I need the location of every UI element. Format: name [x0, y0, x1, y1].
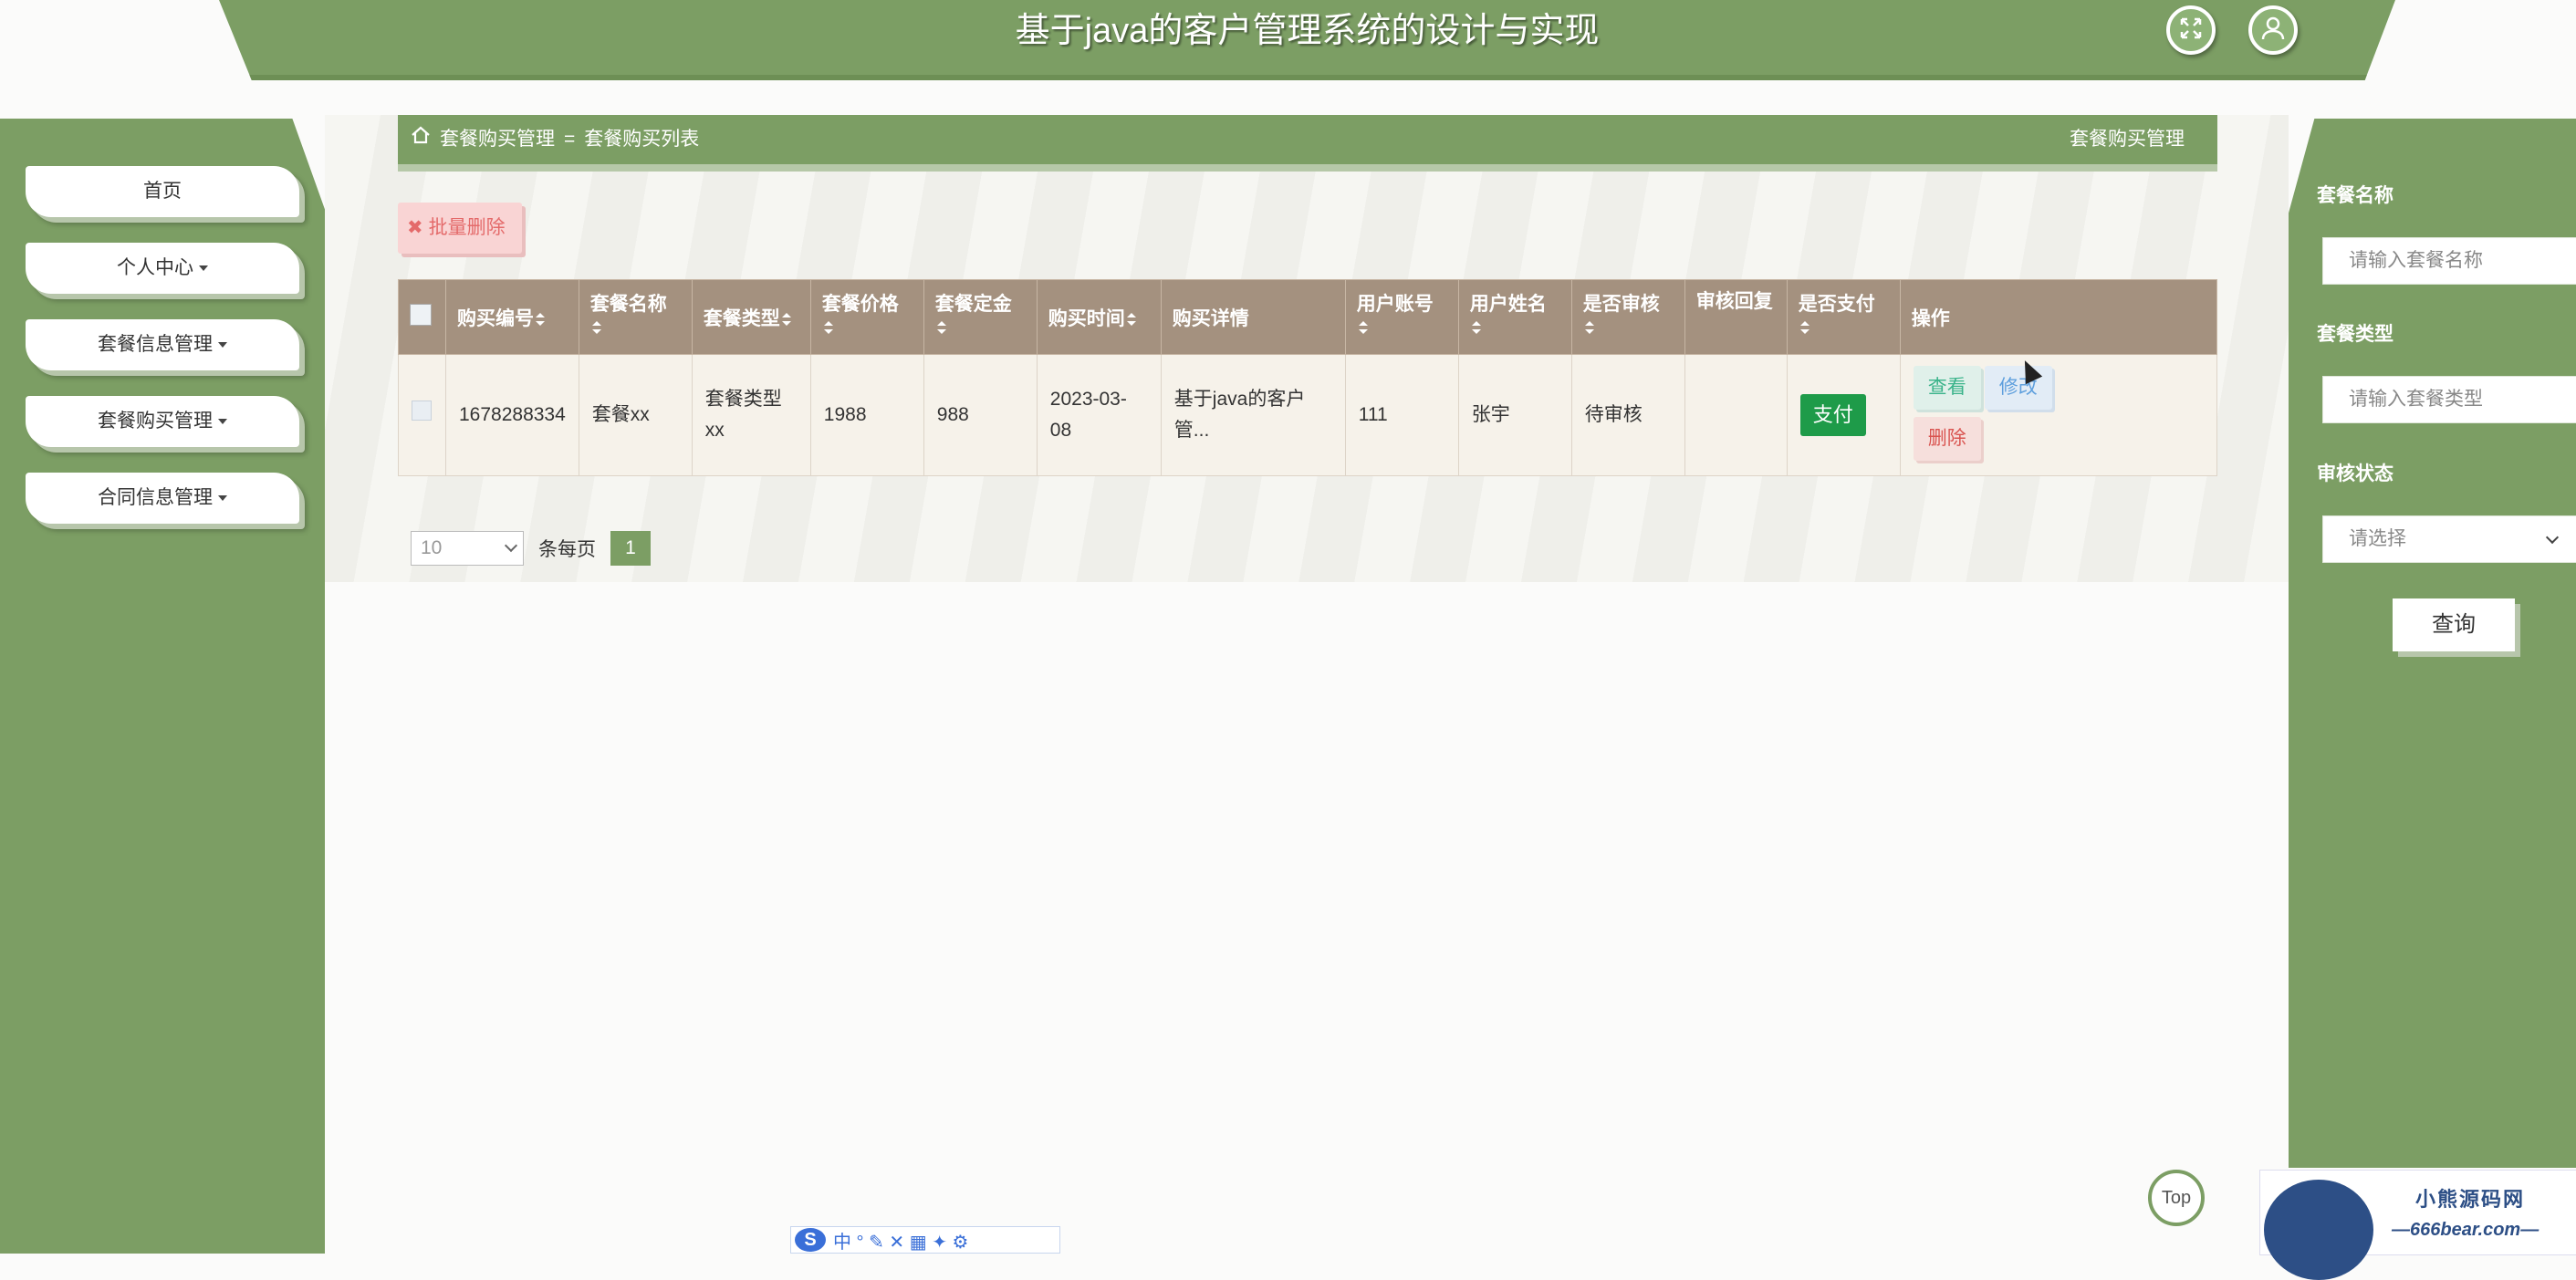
column-header[interactable]: 是否支付 — [1786, 279, 1901, 355]
column-header: 操作 — [1899, 279, 2218, 355]
package-name-input[interactable]: 请输入套餐名称 — [2322, 237, 2576, 285]
sidebar-item-package-info[interactable]: 套餐信息管理 — [26, 319, 299, 370]
checkbox-icon — [410, 303, 432, 326]
column-header[interactable]: 套餐定金 — [923, 279, 1038, 355]
sidebar-item-contract-info[interactable]: 合同信息管理 — [26, 473, 299, 524]
pagination: 10 条每页 1 — [411, 531, 651, 566]
filter-label-package-name: 套餐名称 — [2317, 185, 2393, 206]
review-status-select[interactable]: 请选择 — [2322, 515, 2576, 563]
cell-purchase-time: 2023-03-08 — [1036, 354, 1162, 476]
delete-button[interactable]: 删除 — [1913, 417, 1981, 461]
cell-review-status: 待审核 — [1570, 354, 1685, 476]
bear-logo-icon — [2264, 1180, 2373, 1280]
ime-toolbar-icons: 中 ° ✎ ✕ ▦ ✦ ⚙ — [833, 1232, 969, 1253]
batch-delete-button[interactable]: ✖ 批量删除 — [398, 203, 522, 254]
batch-delete-label: 批量删除 — [428, 217, 506, 238]
ime-toolbar[interactable]: S 中 ° ✎ ✕ ▦ ✦ ⚙ — [790, 1226, 1060, 1254]
filter-label-package-type: 套餐类型 — [2317, 324, 2393, 345]
ime-logo-icon: S — [795, 1228, 826, 1252]
chevron-down-icon — [218, 419, 227, 425]
breadcrumb-separator: = — [564, 129, 576, 150]
cell-user-name: 张宇 — [1457, 354, 1572, 476]
sidebar-item-personal-center[interactable]: 个人中心 — [26, 243, 299, 294]
watermark-url: —666bear.com— — [2392, 1220, 2539, 1240]
page-number-button[interactable]: 1 — [610, 531, 651, 566]
package-type-input[interactable]: 请输入套餐类型 — [2322, 376, 2576, 423]
select-all-checkbox[interactable] — [398, 279, 446, 355]
app-title: 基于java的客户管理系统的设计与实现 — [1015, 12, 1600, 50]
sidebar-item-label: 合同信息管理 — [98, 487, 213, 508]
table-header-row: 购买编号 套餐名称 套餐类型 套餐价格 套餐定金 购买时间 购买详情 用户账号 … — [398, 279, 2218, 355]
chevron-down-icon — [218, 342, 227, 349]
query-button[interactable]: 查询 — [2393, 598, 2515, 651]
column-header[interactable]: 套餐类型 — [691, 279, 811, 355]
cell-details: 基于java的客户管... — [1160, 354, 1346, 476]
chevron-down-icon — [504, 538, 518, 553]
chevron-down-icon — [218, 495, 227, 502]
sort-icon — [936, 321, 946, 335]
column-header: 审核回复 — [1684, 279, 1788, 355]
page-size-select[interactable]: 10 — [411, 531, 524, 566]
cell-review-reply — [1684, 354, 1788, 476]
per-page-label: 条每页 — [538, 539, 596, 560]
sort-icon — [1358, 321, 1368, 335]
sort-icon — [591, 321, 601, 335]
sort-icon — [536, 312, 545, 326]
breadcrumb-section[interactable]: 套餐购买管理 — [440, 115, 555, 164]
column-header[interactable]: 用户姓名 — [1457, 279, 1572, 355]
column-header[interactable]: 用户账号 — [1344, 279, 1459, 355]
filter-label-review-status: 审核状态 — [2317, 463, 2393, 484]
cell-account: 111 — [1344, 354, 1459, 476]
top-header: 基于java的客户管理系统的设计与实现 — [219, 0, 2395, 80]
sidebar-item-label: 套餐信息管理 — [98, 334, 213, 355]
breadcrumb-page: 套餐购买列表 — [584, 129, 700, 150]
sort-icon — [823, 321, 833, 335]
cell-purchase-no: 1678288334 — [445, 354, 579, 476]
pay-button[interactable]: 支付 — [1799, 394, 1866, 436]
watermark-logo: 小熊源码网 —666bear.com— — [2259, 1170, 2576, 1280]
watermark-title: 小熊源码网 — [2415, 1188, 2526, 1211]
view-button[interactable]: 查看 — [1913, 366, 1981, 410]
sidebar-item-package-purchase[interactable]: 套餐购买管理 — [26, 396, 299, 447]
cell-deposit: 988 — [923, 354, 1038, 476]
column-header: 购买详情 — [1160, 279, 1346, 355]
chevron-down-icon — [2545, 530, 2560, 545]
sort-icon — [1471, 321, 1481, 335]
column-header[interactable]: 购买时间 — [1036, 279, 1162, 355]
sidebar-item-label: 套餐购买管理 — [98, 411, 213, 432]
sort-icon — [1126, 312, 1136, 326]
row-checkbox[interactable] — [398, 354, 446, 476]
fullscreen-icon — [2179, 16, 2203, 45]
cell-package-type: 套餐类型xx — [691, 354, 811, 476]
cell-actions: 查看 修改 删除 — [1899, 354, 2218, 476]
sort-icon — [781, 312, 791, 326]
cell-price: 1988 — [809, 354, 924, 476]
breadcrumb-title: 套餐购买管理 — [2070, 129, 2185, 150]
user-icon — [2260, 16, 2286, 46]
table-row: 1678288334 套餐xx 套餐类型xx 1988 988 2023-03-… — [398, 354, 2218, 476]
column-header[interactable]: 套餐名称 — [578, 279, 693, 355]
close-icon: ✖ — [407, 217, 423, 238]
sidebar-item-home[interactable]: 首页 — [26, 166, 299, 217]
checkbox-icon — [412, 401, 432, 421]
back-to-top-button[interactable]: Top — [2148, 1170, 2205, 1226]
column-header[interactable]: 购买编号 — [445, 279, 579, 355]
edit-button[interactable]: 修改 — [1984, 366, 2052, 410]
column-header[interactable]: 是否审核 — [1570, 279, 1685, 355]
sort-icon — [1799, 321, 1809, 335]
purchase-table: 购买编号 套餐名称 套餐类型 套餐价格 套餐定金 购买时间 购买详情 用户账号 … — [398, 279, 2218, 476]
cell-package-name: 套餐xx — [578, 354, 693, 476]
breadcrumb: 套餐购买管理 = 套餐购买列表 套餐购买管理 — [398, 115, 2217, 172]
sort-icon — [1584, 321, 1594, 335]
sidebar-item-label: 首页 — [143, 181, 182, 202]
sidebar-item-label: 个人中心 — [117, 257, 193, 278]
cell-pay: 支付 — [1786, 354, 1901, 476]
user-button[interactable] — [2248, 5, 2298, 55]
home-icon[interactable] — [411, 115, 431, 164]
chevron-down-icon — [199, 265, 208, 272]
column-header[interactable]: 套餐价格 — [809, 279, 924, 355]
fullscreen-button[interactable] — [2166, 5, 2216, 55]
